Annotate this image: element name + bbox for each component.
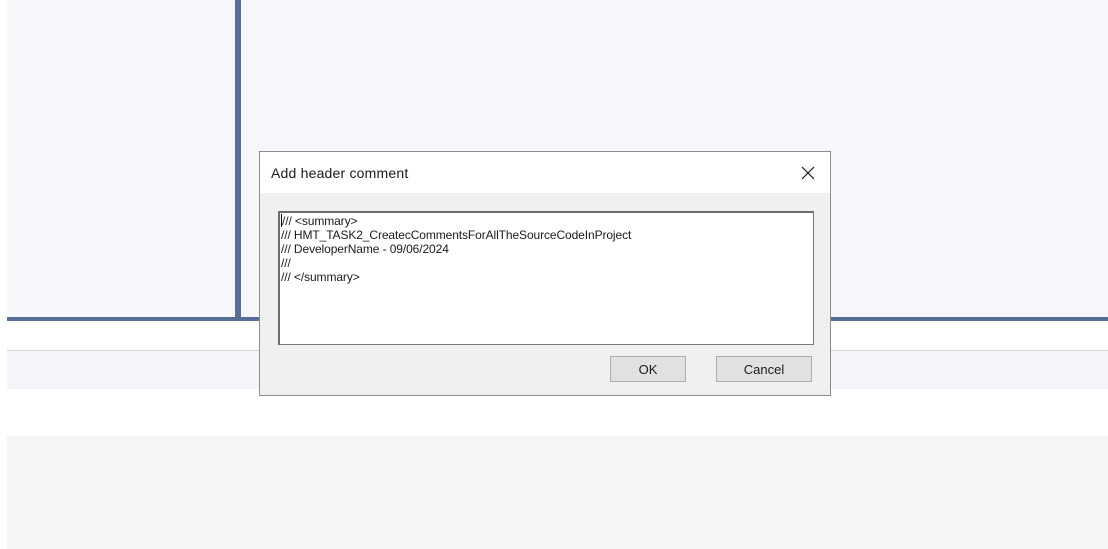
ok-button[interactable]: OK — [610, 356, 686, 382]
comment-textarea[interactable]: /// <summary> /// HMT_TASK2_CreatecComme… — [278, 211, 814, 345]
bottom-panel — [7, 436, 1108, 549]
dialog-title: Add header comment — [271, 164, 409, 181]
cancel-button[interactable]: Cancel — [716, 356, 812, 382]
comment-line: /// DeveloperName - 09/06/2024 — [281, 242, 449, 256]
comment-line: /// <summary> — [282, 214, 358, 228]
left-pane — [7, 0, 235, 317]
add-header-comment-dialog: Add header comment /// <summary> /// HMT… — [259, 151, 831, 396]
comment-line: /// — [281, 256, 291, 270]
close-icon — [801, 166, 815, 179]
comment-line: /// </summary> — [281, 270, 360, 284]
close-button[interactable] — [786, 152, 830, 193]
comment-line: /// HMT_TASK2_CreatecCommentsForAllTheSo… — [281, 228, 632, 242]
dialog-titlebar[interactable]: Add header comment — [260, 152, 830, 193]
